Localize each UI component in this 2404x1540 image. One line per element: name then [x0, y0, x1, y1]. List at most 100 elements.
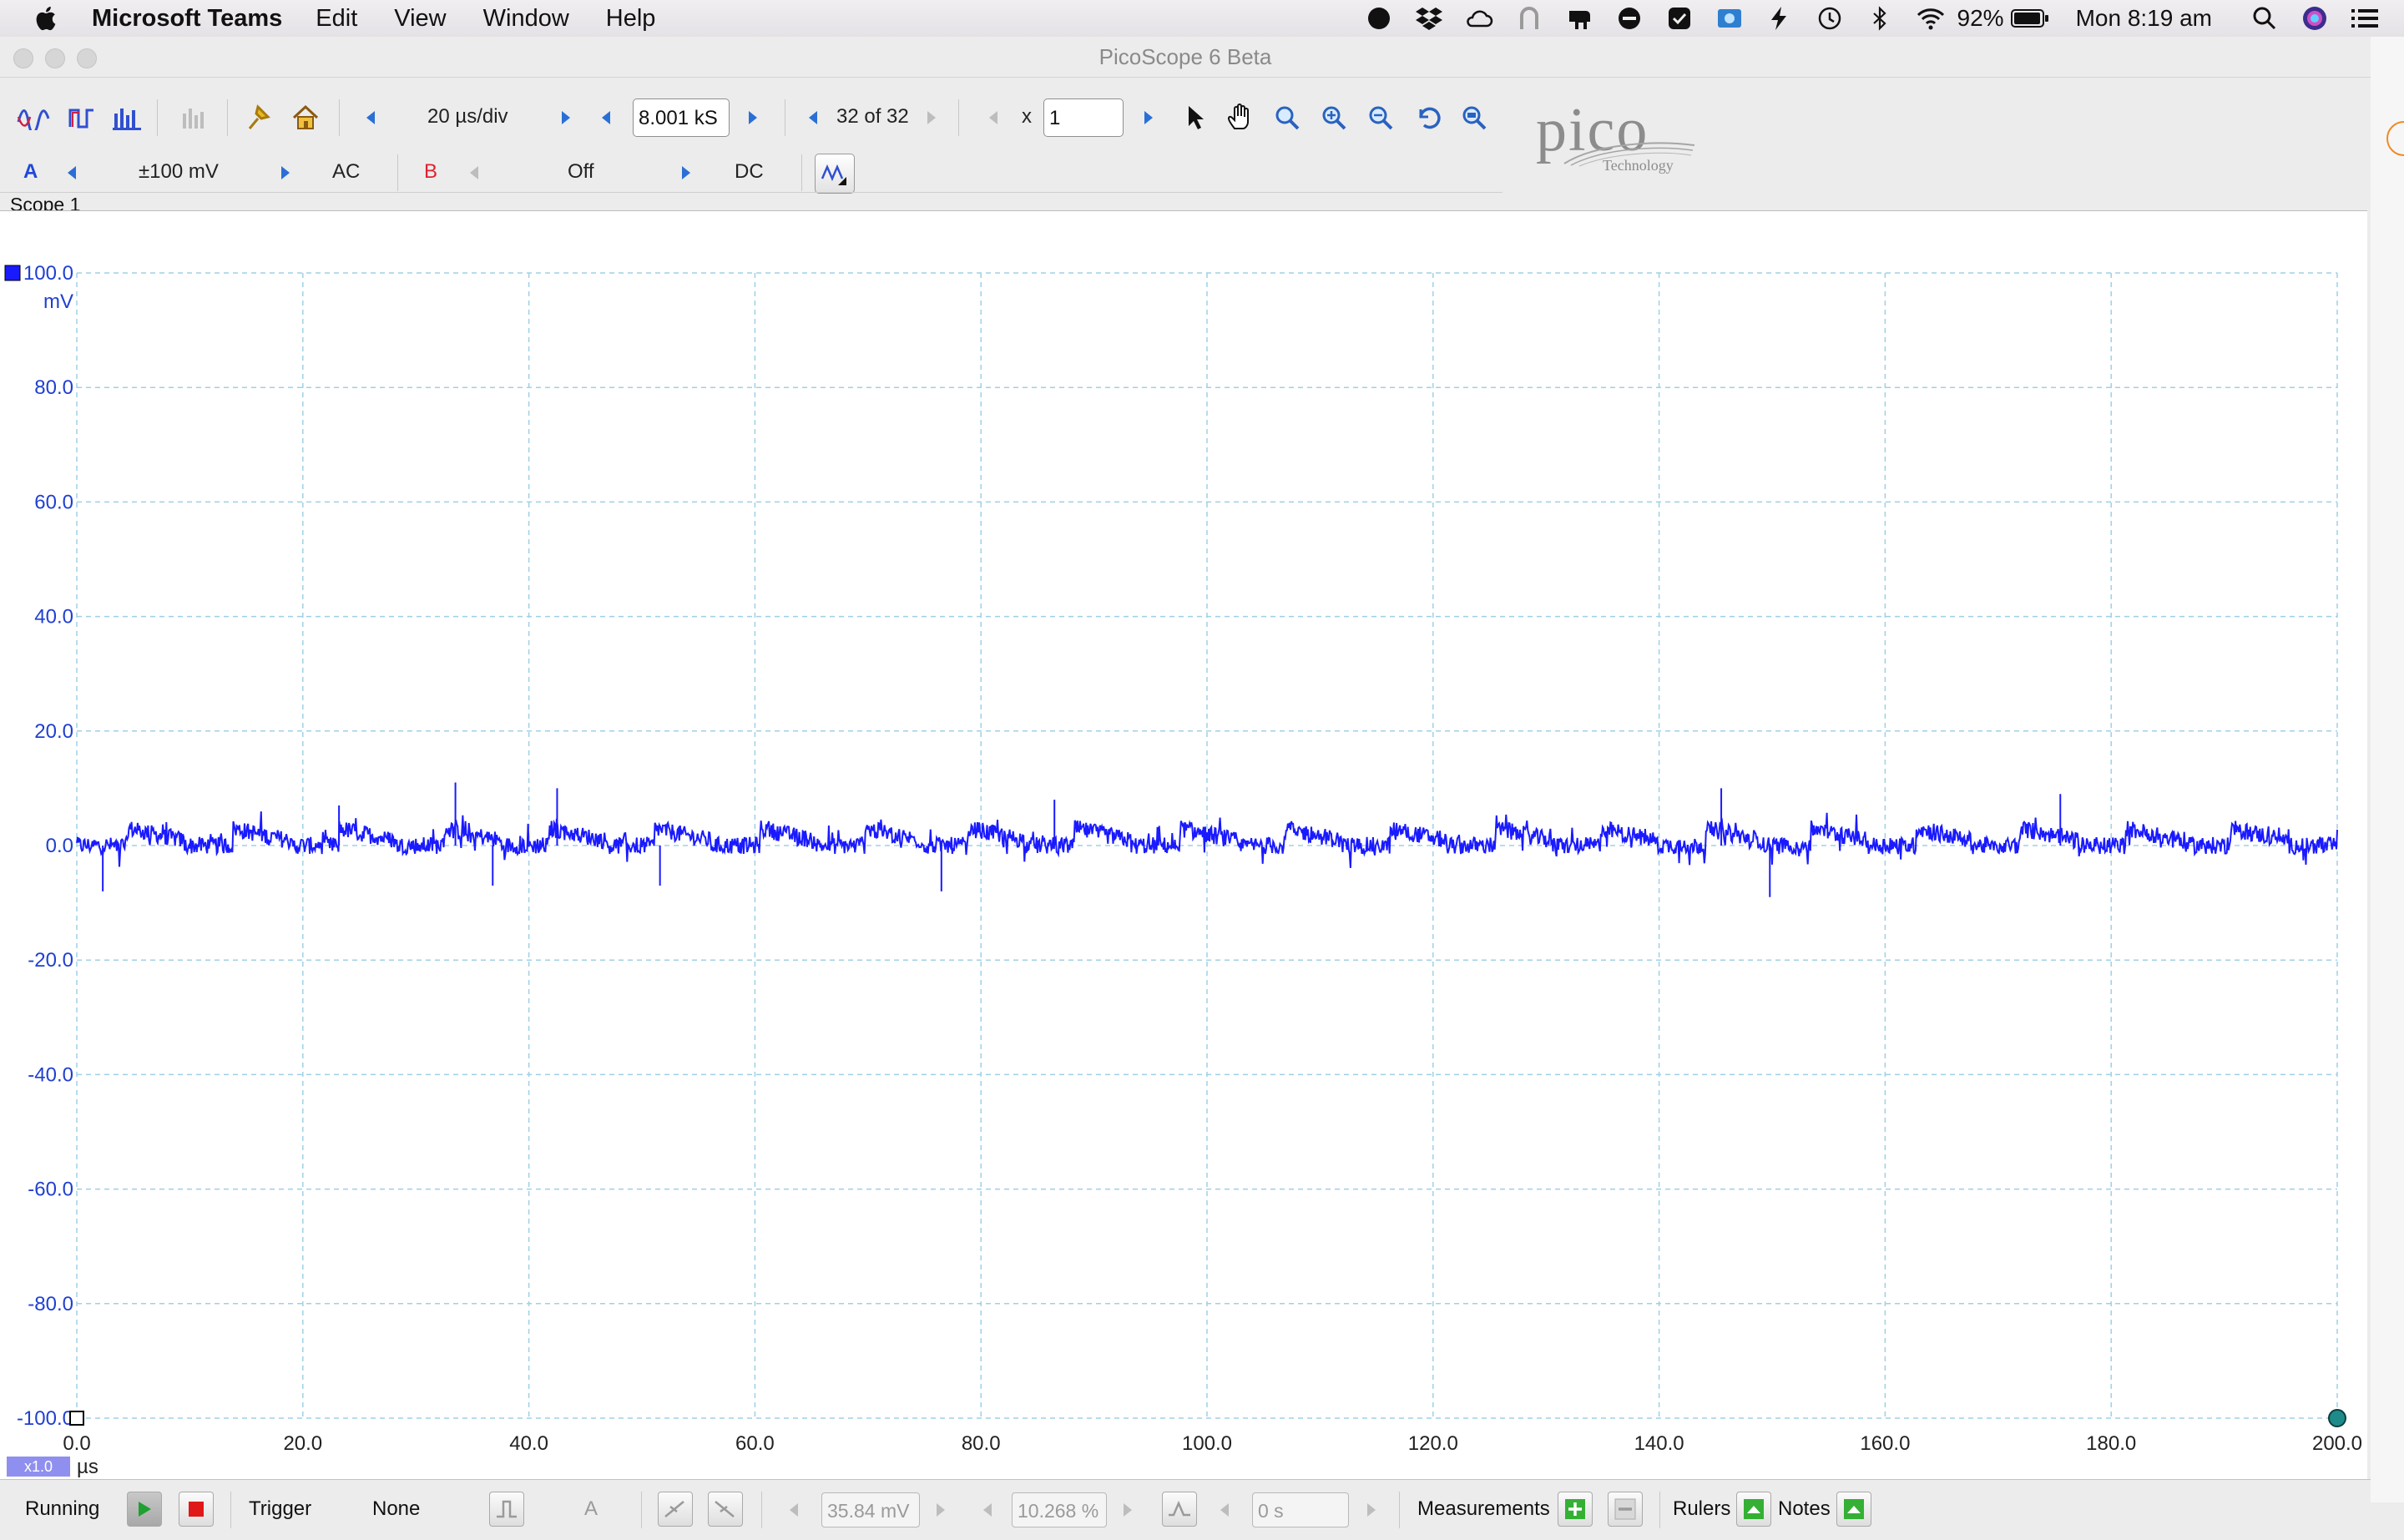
arch-icon[interactable] [1515, 4, 1543, 33]
wifi-icon[interactable] [1916, 4, 1944, 33]
logo-subtitle: Technology [1603, 157, 1674, 174]
bluetooth-icon[interactable] [1866, 4, 1894, 33]
samples-decrease-button[interactable] [598, 101, 614, 134]
delay-increase-button[interactable] [1366, 1500, 1377, 1520]
trigger-delay-field[interactable]: 0 s [1252, 1492, 1349, 1527]
measurements-label: Measurements [1417, 1497, 1550, 1520]
spectrum-mode-icon[interactable] [110, 101, 144, 134]
check-badge-icon[interactable] [1665, 4, 1694, 33]
siri-icon[interactable] [2300, 4, 2329, 33]
threshold-decrease-button[interactable] [788, 1500, 800, 1520]
screen-capture-icon[interactable] [1715, 4, 1744, 33]
range-a-increase-button[interactable] [277, 156, 294, 189]
add-measurement-button[interactable] [1558, 1492, 1593, 1527]
menu-edit[interactable]: Edit [316, 5, 357, 33]
stop-button[interactable] [179, 1492, 214, 1527]
channel-b-label[interactable]: B [424, 160, 437, 184]
buffer-navigator[interactable]: 32 of 32 [836, 105, 909, 129]
elephant-icon[interactable] [1565, 4, 1593, 33]
range-b-decrease-button[interactable] [466, 156, 482, 189]
channel-options-button[interactable] [815, 154, 855, 194]
hand-tool-icon[interactable] [1225, 101, 1255, 134]
background-window-edge [2371, 37, 2404, 1502]
menu-help[interactable]: Help [606, 5, 656, 33]
channel-a-label[interactable]: A [23, 160, 38, 184]
zoom-overview-icon[interactable] [1459, 101, 1489, 134]
x-tick-label: 0.0 [63, 1432, 90, 1455]
y-tick-label: -100.0 [17, 1407, 73, 1430]
start-button[interactable] [127, 1492, 162, 1527]
zoom-tool-icon[interactable] [1272, 101, 1302, 134]
delay-decrease-button[interactable] [1219, 1500, 1230, 1520]
menu-view[interactable]: View [394, 5, 446, 33]
spotlight-search-icon[interactable] [2250, 4, 2279, 33]
oscilloscope-chart[interactable]: 0.0 20.0 40.0 60.0 80.0 100.0 120.0 140.0 160.0 1… [0, 211, 2367, 1480]
apple-icon[interactable] [33, 3, 62, 33]
coupling-a-value[interactable]: AC [332, 160, 360, 184]
samples-field[interactable]: 8.001 kS [633, 98, 730, 137]
trigger-source[interactable]: A [584, 1497, 598, 1521]
zoom-out-icon[interactable] [1366, 101, 1396, 134]
notes-button[interactable] [1836, 1492, 1871, 1527]
range-b-increase-button[interactable] [678, 156, 694, 189]
trigger-mode-value[interactable]: None [372, 1497, 420, 1521]
coupling-b-value[interactable]: DC [735, 160, 764, 184]
pretrigger-field[interactable]: 10.268 % [1012, 1492, 1107, 1527]
buffer-next-button[interactable] [923, 101, 940, 134]
timebase-value[interactable]: 20 µs/div [427, 105, 508, 129]
zoom-next-button[interactable] [1140, 101, 1157, 134]
bolt-icon[interactable] [1765, 4, 1794, 33]
menu-clock[interactable]: Mon 8:19 am [2076, 5, 2212, 32]
threshold-increase-button[interactable] [935, 1500, 947, 1520]
home-icon[interactable] [289, 101, 322, 134]
persistence-mode-icon[interactable] [65, 101, 98, 134]
dropbox-icon[interactable] [1415, 4, 1443, 33]
app-menu-microsoft-teams[interactable]: Microsoft Teams [92, 5, 282, 33]
status-bubble-icon[interactable] [1365, 4, 1393, 33]
battery-icon[interactable] [2010, 4, 2049, 33]
pretrigger-increase-button[interactable] [1122, 1500, 1134, 1520]
auto-setup-icon[interactable] [242, 101, 275, 134]
menu-window[interactable]: Window [483, 5, 569, 33]
rulers-label: Rulers [1673, 1497, 1731, 1520]
y-tick-label: 100.0 [23, 262, 73, 285]
zoom-prev-button[interactable] [985, 101, 1002, 134]
rising-edge-button[interactable] [658, 1492, 693, 1527]
pico-logo: pico Technology [1519, 92, 1728, 184]
x-tick-label: 120.0 [1408, 1432, 1458, 1455]
range-a-value[interactable]: ±100 mV [139, 160, 219, 184]
scope-mode-icon[interactable] [17, 101, 50, 134]
background-window-button-icon [2386, 121, 2404, 156]
range-b-value[interactable]: Off [568, 160, 594, 184]
samples-increase-button[interactable] [745, 101, 761, 134]
falling-edge-button[interactable] [708, 1492, 743, 1527]
zoom-factor-field[interactable]: 1 [1043, 98, 1124, 137]
range-a-decrease-button[interactable] [63, 156, 80, 189]
control-center-icon[interactable] [2351, 4, 2379, 33]
minus-icon [1614, 1498, 1636, 1520]
x-axis-unit: µs [77, 1456, 98, 1478]
rising-edge-icon [664, 1501, 684, 1517]
buffer-prev-button[interactable] [805, 101, 821, 134]
ruler-marker-left [69, 1411, 84, 1426]
x-tick-label: 160.0 [1860, 1432, 1910, 1455]
rulers-button[interactable] [1736, 1492, 1771, 1527]
scope-view[interactable]: 0.0 20.0 40.0 60.0 80.0 100.0 120.0 140.0 160.0 1… [0, 210, 2367, 1480]
timebase-increase-button[interactable] [558, 101, 574, 134]
zoom-in-icon[interactable] [1319, 101, 1349, 134]
trigger-type-button[interactable] [489, 1492, 524, 1527]
timebase-decrease-button[interactable] [362, 101, 379, 134]
menu-bar: Microsoft Teams Edit View Window Help 92… [0, 0, 2404, 37]
cloud-icon[interactable] [1465, 4, 1493, 33]
trigger-delay-button[interactable] [1162, 1492, 1197, 1527]
y-tick-label: -40.0 [28, 1063, 73, 1086]
serial-decode-icon[interactable] [177, 101, 210, 134]
minus-circle-icon[interactable] [1615, 4, 1644, 33]
pretrigger-decrease-button[interactable] [982, 1500, 993, 1520]
undo-zoom-icon[interactable] [1412, 101, 1442, 134]
plus-icon [1565, 1499, 1585, 1519]
time-machine-icon[interactable] [1816, 4, 1844, 33]
remove-measurement-button[interactable] [1608, 1492, 1643, 1527]
pointer-tool-icon[interactable] [1180, 101, 1210, 134]
trigger-threshold-field[interactable]: 35.84 mV [821, 1492, 920, 1527]
